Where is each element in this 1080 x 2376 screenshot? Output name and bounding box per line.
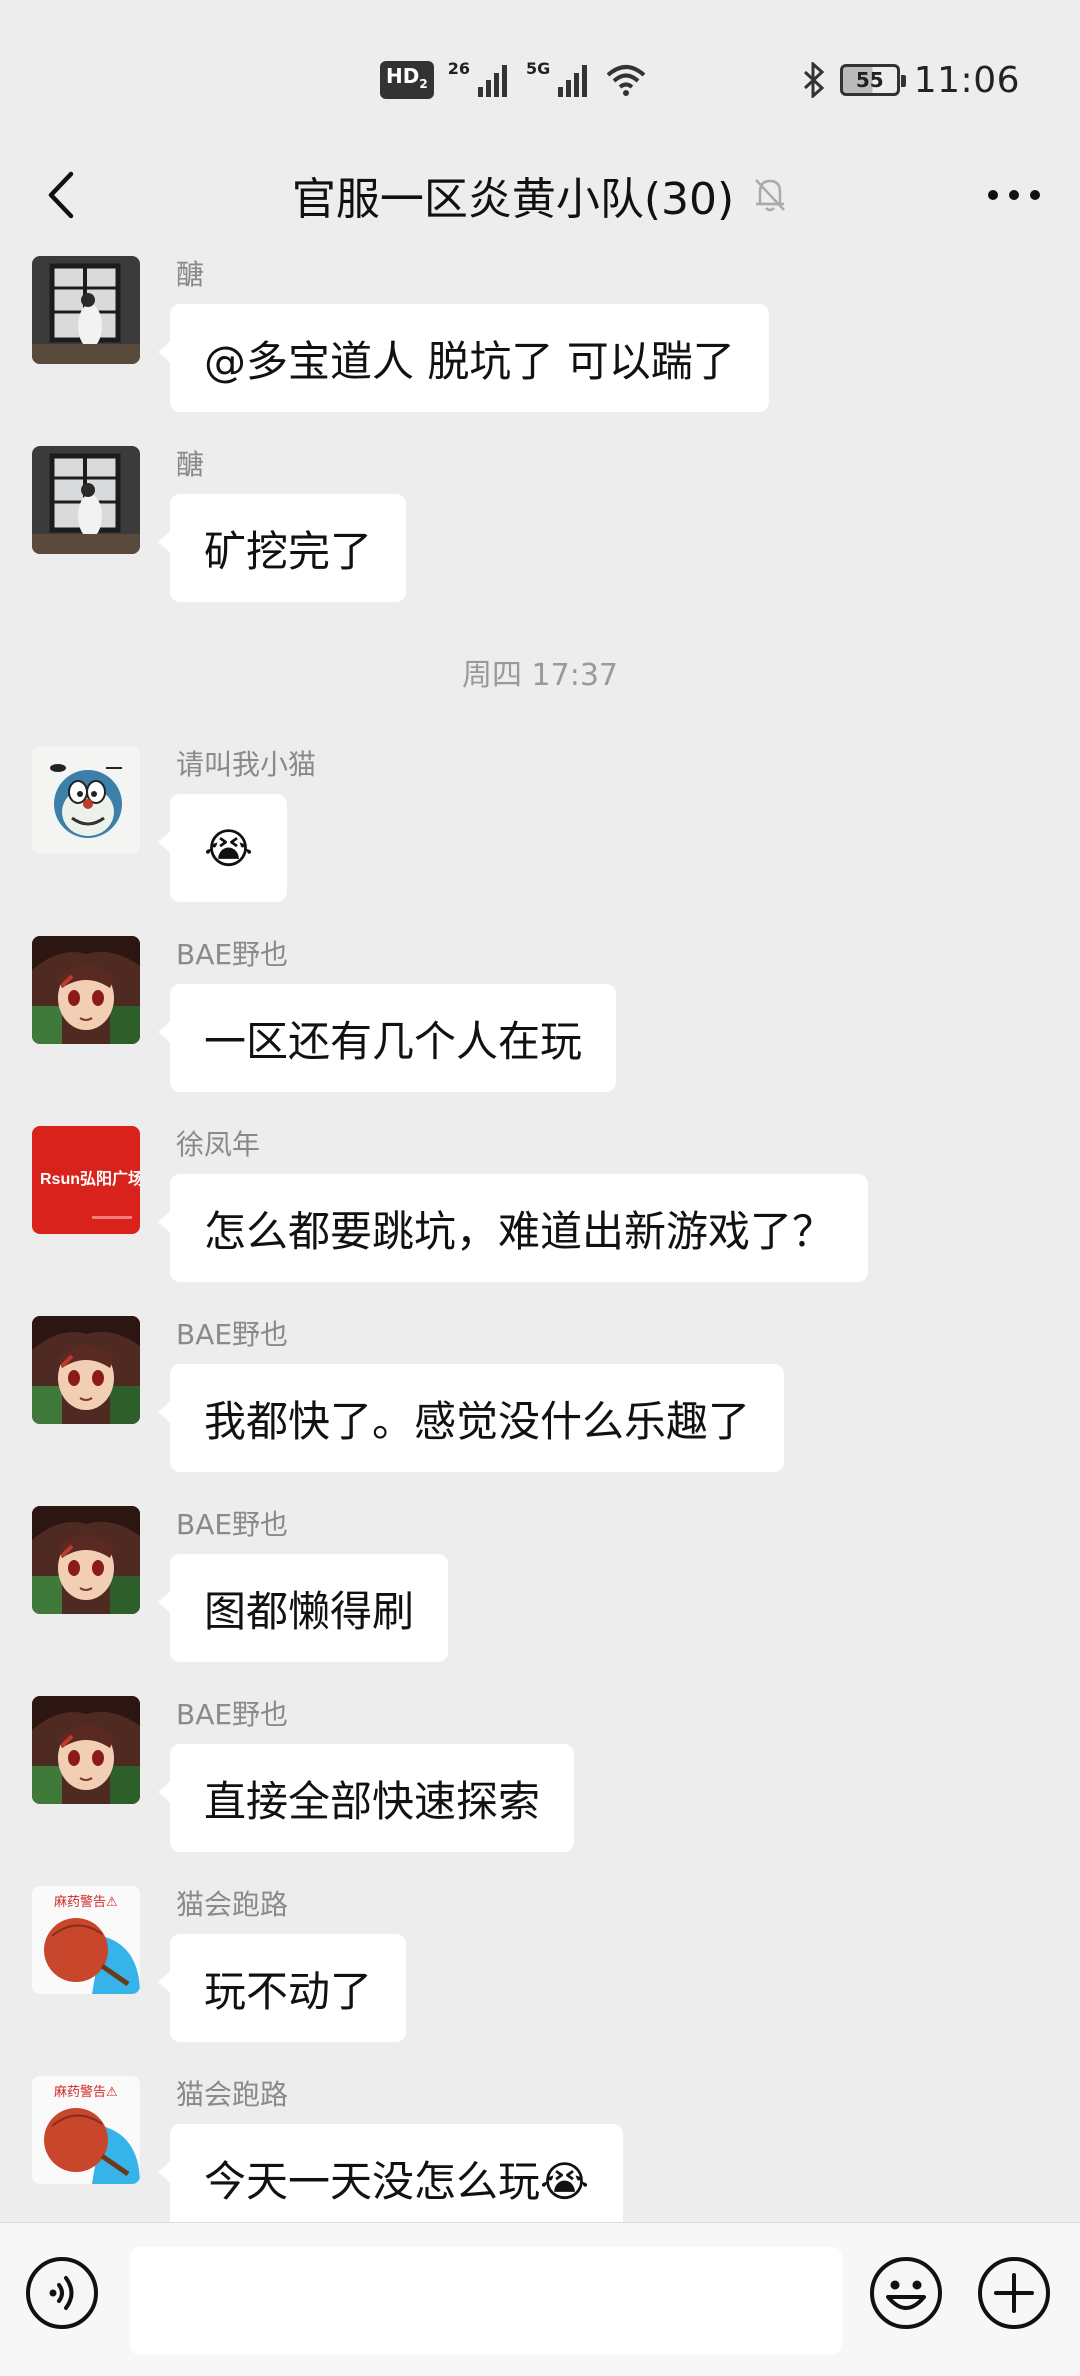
avatar[interactable]: 麻药警告⚠ — [32, 1886, 140, 1994]
status-network-group: HD2 26 5G — [380, 58, 646, 102]
time-divider: 周四 17:37 — [462, 658, 618, 693]
sender-name: 醣 — [176, 258, 205, 291]
emoji-icon — [870, 2257, 942, 2329]
chat-message-list[interactable]: 醣 @多宝道人 脱坑了 可以踹了 醣 矿挖完了 周四 17:37 请叫我小猫 😭… — [0, 240, 1080, 2222]
title-wrap: 官服一区炎黄小队(30) — [0, 164, 1080, 226]
sender-name: BAE野也 — [176, 1318, 289, 1351]
sender-name: 醣 — [176, 448, 205, 481]
sender-name: BAE野也 — [176, 938, 289, 971]
message-bubble[interactable]: 图都懒得刷 — [157, 1554, 449, 1662]
message-bubble[interactable]: @多宝道人 脱坑了 可以踹了 — [158, 304, 769, 412]
voice-input-button[interactable] — [24, 2255, 100, 2331]
sim2-label: 5G — [525, 58, 551, 78]
message-bubble[interactable]: 怎么都要跳坑，难道出新游戏了？ — [157, 1174, 869, 1282]
bluetooth-icon — [803, 62, 824, 98]
sender-name: 请叫我小猫 — [176, 748, 317, 781]
avatar[interactable] — [32, 746, 140, 854]
avatar[interactable] — [32, 1316, 140, 1424]
battery-icon: 55 — [839, 64, 906, 96]
message-bubble[interactable]: 直接全部快速探索 — [157, 1744, 575, 1852]
avatar[interactable] — [32, 446, 140, 554]
message-bubble[interactable]: 我都快了。感觉没什么乐趣了 — [157, 1364, 785, 1472]
voice-icon — [26, 2257, 98, 2329]
plus-icon — [978, 2257, 1050, 2329]
avatar[interactable] — [32, 936, 140, 1044]
more-actions-button[interactable] — [976, 2255, 1052, 2331]
message-bubble[interactable]: 玩不动了 — [157, 1934, 407, 2042]
sim1-label: 26 — [447, 58, 470, 78]
message-bubble[interactable]: 一区还有几个人在玩 — [157, 984, 617, 1092]
avatar[interactable] — [32, 1696, 140, 1804]
input-bar — [0, 2222, 1080, 2376]
avatar[interactable] — [32, 1506, 140, 1614]
message-bubble[interactable]: 😭 — [157, 794, 288, 902]
warning-label: 麻药警告⚠ — [54, 1894, 118, 1910]
more-dots-icon — [988, 190, 1040, 200]
signal-icon — [558, 65, 588, 97]
avatar[interactable]: Rsun弘阳广场 — [32, 1126, 140, 1234]
message-bubble[interactable]: 矿挖完了 — [157, 494, 407, 602]
sender-name: 徐凤年 — [176, 1128, 261, 1161]
rsun-logo: Rsun弘阳广场 — [40, 1169, 140, 1188]
message-input[interactable] — [130, 2247, 842, 2355]
status-time: 11:06 — [913, 59, 1020, 101]
status-right-group: 55 11:06 — [802, 52, 1020, 108]
sender-name: 猫会跑路 — [176, 1888, 289, 1921]
sender-name: 猫会跑路 — [176, 2078, 289, 2111]
emoji-button[interactable] — [868, 2255, 944, 2331]
chat-header: 官服一区炎黄小队(30) — [0, 150, 1080, 240]
sender-name: BAE野也 — [176, 1508, 289, 1541]
more-options-button[interactable] — [974, 162, 1054, 228]
sender-name: BAE野也 — [176, 1698, 289, 1731]
mute-bell-icon — [755, 179, 786, 212]
wifi-icon — [606, 65, 646, 96]
signal-icon — [477, 65, 507, 97]
warning-label: 麻药警告⚠ — [54, 2084, 118, 2100]
status-bar: HD2 26 5G 55 11:06 — [0, 0, 1080, 150]
avatar[interactable]: 麻药警告⚠ — [32, 2076, 140, 2184]
chat-title: 官服一区炎黄小队(30) — [291, 174, 735, 225]
hd-voice-badge: HD2 — [380, 61, 434, 99]
message-bubble[interactable]: 今天一天没怎么玩😭 — [157, 2124, 624, 2222]
avatar[interactable] — [32, 256, 140, 364]
